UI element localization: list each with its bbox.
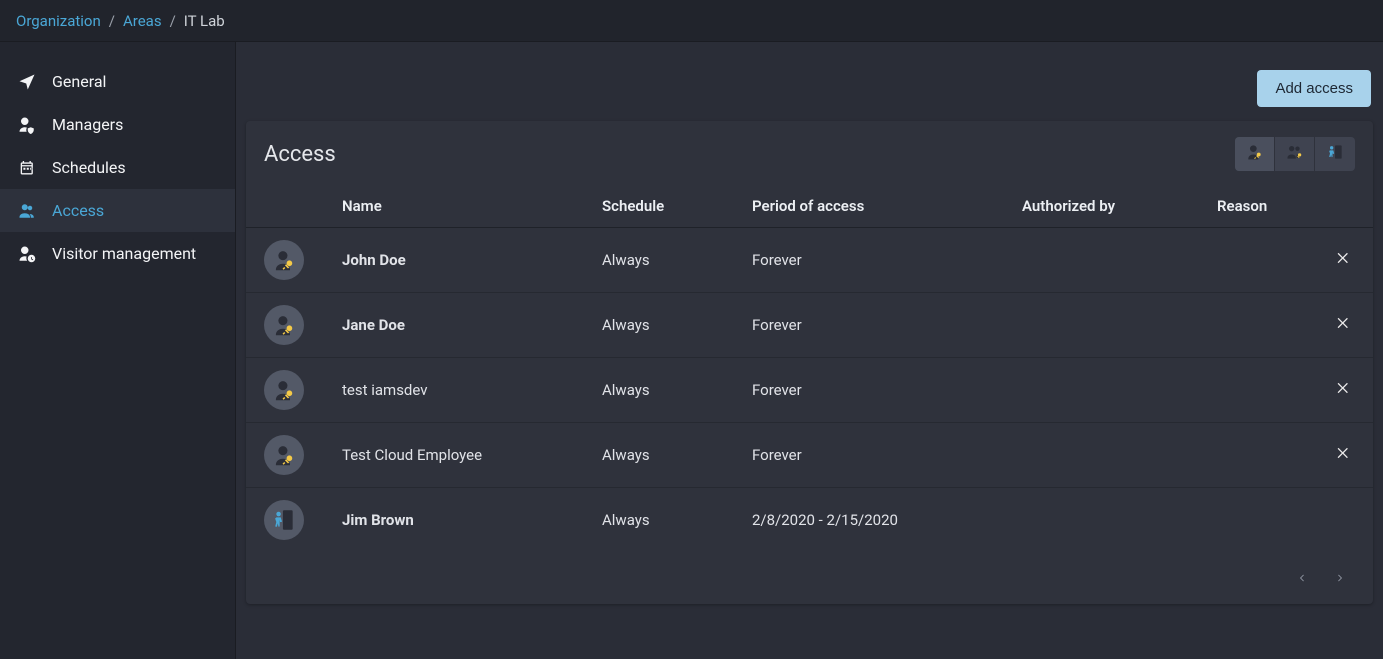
person-key-icon	[264, 240, 304, 280]
cell-name: Jane Doe	[334, 293, 594, 358]
cell-period: Forever	[744, 293, 1014, 358]
person-key-icon	[264, 305, 304, 345]
cell-reason	[1209, 358, 1313, 423]
cell-period: Forever	[744, 423, 1014, 488]
add-access-button[interactable]: Add access	[1257, 70, 1371, 107]
column-header-authorized-by: Authorized by	[1014, 185, 1209, 228]
cell-reason	[1209, 293, 1313, 358]
sidebar-item-label: Access	[52, 201, 104, 220]
door-person-icon	[264, 500, 304, 540]
close-icon	[1335, 445, 1351, 461]
filter-visitor-button[interactable]	[1315, 137, 1355, 171]
cell-authorized-by	[1014, 488, 1209, 553]
remove-access-button[interactable]	[1335, 445, 1351, 461]
column-header-schedule: Schedule	[594, 185, 744, 228]
person-key-icon	[264, 370, 304, 410]
sidebar-item-label: Visitor management	[52, 244, 196, 263]
cell-authorized-by	[1014, 293, 1209, 358]
cell-name: test iamsdev	[334, 358, 594, 423]
remove-access-button[interactable]	[1335, 250, 1351, 266]
sidebar-item-visitor-management[interactable]: Visitor management	[0, 232, 235, 275]
access-panel: Access	[246, 121, 1373, 604]
sidebar-item-access[interactable]: Access	[0, 189, 235, 232]
cell-reason	[1209, 228, 1313, 293]
remove-access-button[interactable]	[1335, 315, 1351, 331]
sidebar-item-label: Schedules	[52, 158, 126, 177]
breadcrumb-areas[interactable]: Areas	[123, 12, 162, 30]
users-icon	[16, 202, 38, 220]
cell-schedule: Always	[594, 358, 744, 423]
cell-authorized-by	[1014, 228, 1209, 293]
column-header-period: Period of access	[744, 185, 1014, 228]
filter-individual-button[interactable]	[1235, 137, 1275, 171]
cell-authorized-by	[1014, 358, 1209, 423]
breadcrumb-separator: /	[109, 12, 115, 30]
sidebar-item-label: Managers	[52, 115, 123, 134]
group-key-icon	[1285, 142, 1305, 166]
cell-reason	[1209, 488, 1313, 553]
cell-period: Forever	[744, 358, 1014, 423]
cell-reason	[1209, 423, 1313, 488]
pagination	[246, 552, 1373, 604]
cell-schedule: Always	[594, 423, 744, 488]
cell-schedule: Always	[594, 488, 744, 553]
cell-name: Jim Brown	[334, 488, 594, 553]
panel-title: Access	[264, 142, 336, 167]
location-arrow-icon	[16, 73, 38, 91]
user-clock-icon	[16, 245, 38, 263]
sidebar-item-label: General	[52, 72, 106, 91]
table-row[interactable]: John DoeAlwaysForever	[246, 228, 1373, 293]
filter-group-button[interactable]	[1275, 137, 1315, 171]
cell-schedule: Always	[594, 293, 744, 358]
table-row[interactable]: Test Cloud EmployeeAlwaysForever	[246, 423, 1373, 488]
door-person-icon	[1325, 142, 1345, 166]
close-icon	[1335, 250, 1351, 266]
access-table: Name Schedule Period of access Authorize…	[246, 185, 1373, 552]
sidebar-item-managers[interactable]: Managers	[0, 103, 235, 146]
column-header-reason: Reason	[1209, 185, 1313, 228]
chevron-right-icon	[1335, 570, 1345, 586]
close-icon	[1335, 380, 1351, 396]
cell-period: Forever	[744, 228, 1014, 293]
table-row[interactable]: test iamsdevAlwaysForever	[246, 358, 1373, 423]
sidebar-item-schedules[interactable]: Schedules	[0, 146, 235, 189]
page-prev-button[interactable]	[1297, 570, 1307, 586]
sidebar: General Managers Schedules Access Visito…	[0, 42, 236, 659]
breadcrumb-separator: /	[170, 12, 176, 30]
chevron-left-icon	[1297, 570, 1307, 586]
person-key-icon	[264, 435, 304, 475]
person-key-icon	[1245, 142, 1265, 166]
page-next-button[interactable]	[1335, 570, 1345, 586]
breadcrumb-current: IT Lab	[184, 12, 225, 30]
cell-period: 2/8/2020 - 2/15/2020	[744, 488, 1014, 553]
close-icon	[1335, 315, 1351, 331]
table-row[interactable]: Jane DoeAlwaysForever	[246, 293, 1373, 358]
cell-name: Test Cloud Employee	[334, 423, 594, 488]
cell-name: John Doe	[334, 228, 594, 293]
sidebar-item-general[interactable]: General	[0, 60, 235, 103]
user-shield-icon	[16, 116, 38, 134]
breadcrumb: Organization / Areas / IT Lab	[0, 0, 1383, 42]
calendar-icon	[16, 159, 38, 177]
main-content: Add access Access	[236, 42, 1383, 659]
remove-access-button[interactable]	[1335, 380, 1351, 396]
filter-button-group	[1235, 137, 1355, 171]
table-row[interactable]: Jim BrownAlways2/8/2020 - 2/15/2020	[246, 488, 1373, 553]
column-header-name: Name	[334, 185, 594, 228]
breadcrumb-organization[interactable]: Organization	[16, 12, 101, 30]
cell-schedule: Always	[594, 228, 744, 293]
cell-authorized-by	[1014, 423, 1209, 488]
